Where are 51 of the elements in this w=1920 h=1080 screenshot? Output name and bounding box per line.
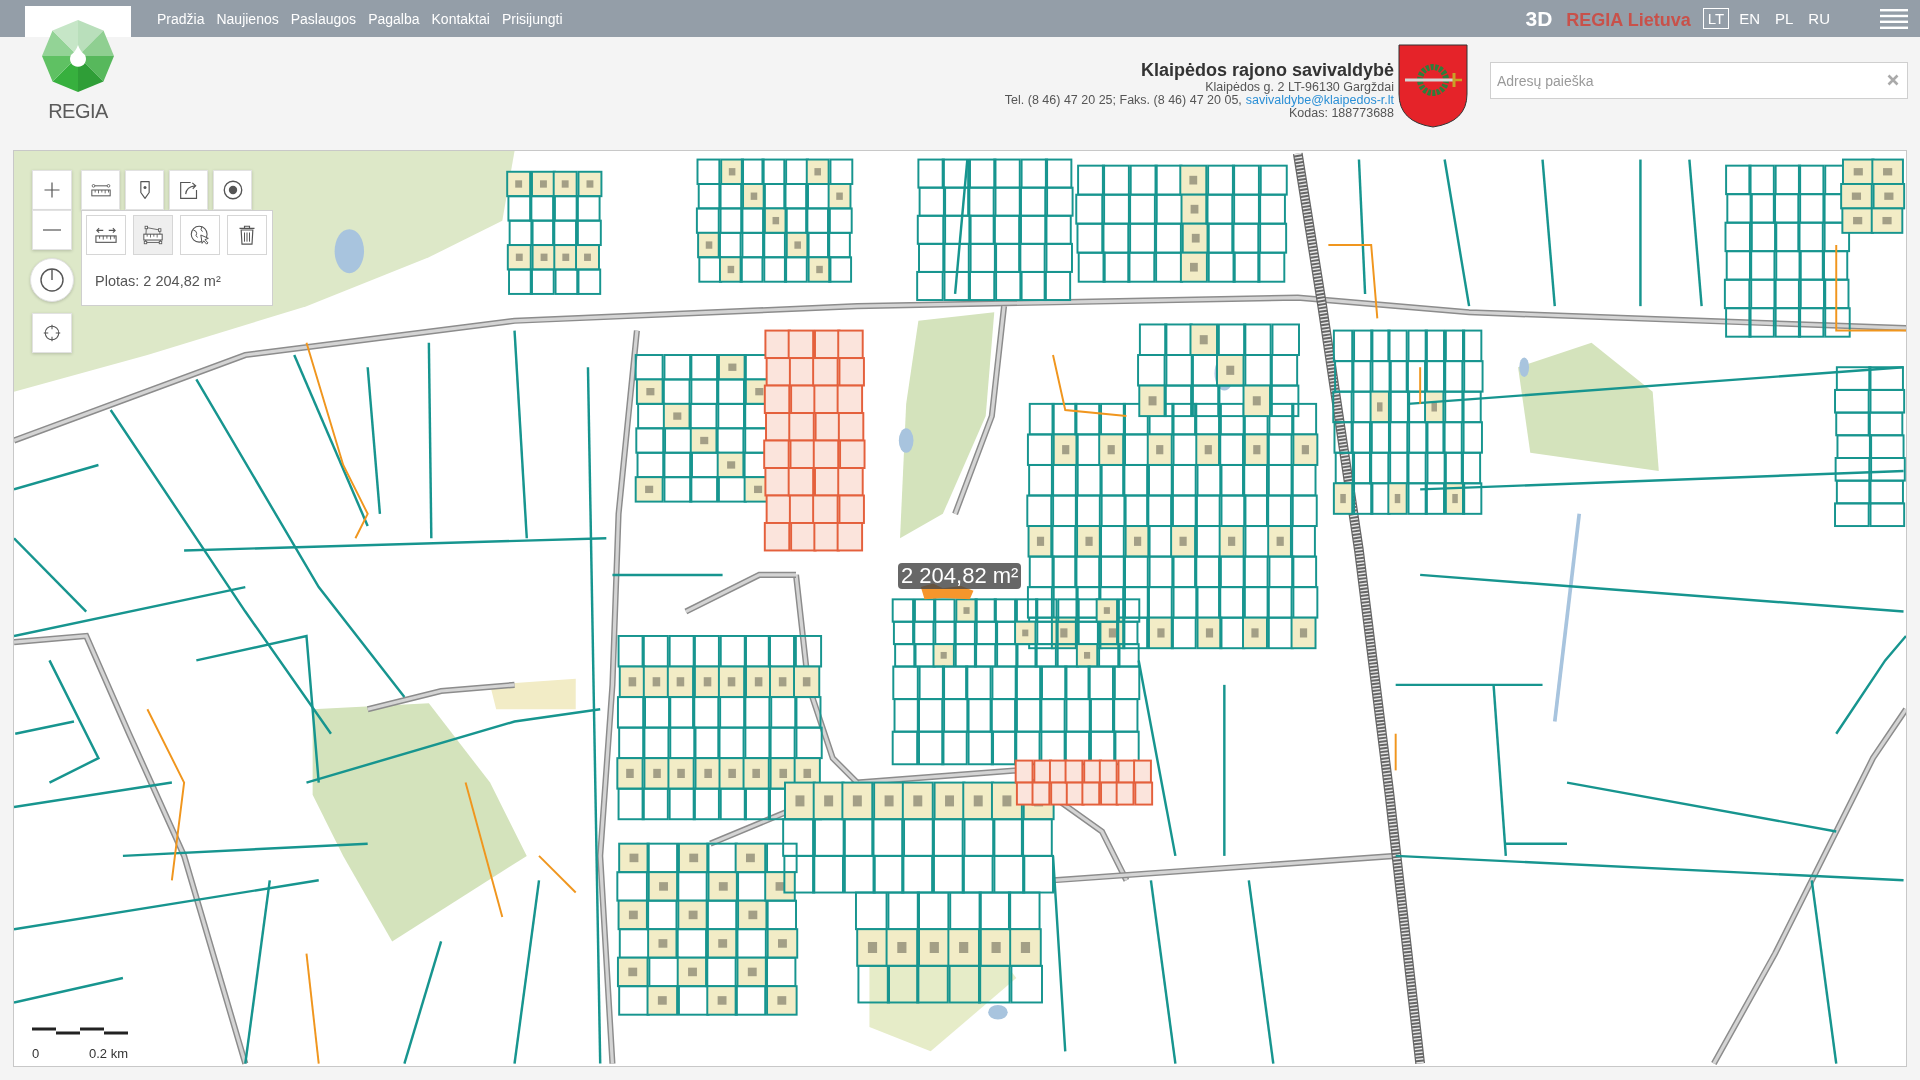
nav-link[interactable]: Kontaktai xyxy=(431,10,490,27)
logo-icon xyxy=(42,20,114,92)
locate-button[interactable] xyxy=(32,313,72,353)
menu-icon[interactable] xyxy=(1880,8,1908,29)
measure-tool-button[interactable] xyxy=(180,215,220,255)
boundary-line xyxy=(538,854,577,894)
search-field[interactable]: Adresų paieška xyxy=(1490,62,1908,99)
municipality-name: Klaipėdos rajono savivaldybė xyxy=(1140,59,1394,81)
brand-link[interactable]: REGIA Lietuva xyxy=(1566,10,1691,31)
language-link[interactable]: EN xyxy=(1734,8,1765,29)
nav-link[interactable]: Pradžia xyxy=(157,10,205,27)
zoom-out-button[interactable] xyxy=(32,210,72,250)
pond xyxy=(988,1004,1008,1020)
marker-button[interactable] xyxy=(125,170,164,210)
nav-link[interactable]: Paslaugos xyxy=(290,10,357,27)
company-code-text: Kodas: 188773688 xyxy=(1289,107,1394,120)
point-button[interactable] xyxy=(213,170,252,210)
scale-label: 0 xyxy=(32,1047,40,1060)
logo-text: REGIA xyxy=(48,100,108,123)
compass-icon xyxy=(40,268,64,292)
nav-link[interactable]: Naujienos xyxy=(216,10,279,27)
view-3d-link[interactable]: 3D xyxy=(1525,6,1553,31)
measure-tool-button[interactable] xyxy=(133,215,173,255)
measure-tool-button[interactable] xyxy=(86,215,126,255)
scale-label: 0.2 km xyxy=(89,1047,128,1060)
distance-ruler-icon xyxy=(95,225,117,245)
area-measurement-label: 2 204,82 m² xyxy=(898,563,1022,589)
boundary-line xyxy=(1394,732,1397,772)
target-icon xyxy=(222,180,243,200)
share-icon xyxy=(178,180,199,200)
phone-fax-text: Tel. (8 46) 47 20 25; Faks. (8 46) 47 20 05, xyxy=(1004,94,1242,107)
pond xyxy=(898,428,914,453)
area-measure-icon xyxy=(142,225,164,245)
nav-link[interactable]: Pagalba xyxy=(368,10,420,27)
language-link[interactable]: LT xyxy=(1702,8,1730,29)
language-link[interactable]: PL xyxy=(1769,8,1799,29)
measure-button[interactable] xyxy=(81,170,120,210)
email-link[interactable]: savivaldybe@klaipedos-r.lt xyxy=(1245,94,1394,107)
nav-link[interactable]: Prisijungti xyxy=(501,10,563,27)
coat-of-arms-icon xyxy=(1398,44,1468,128)
zoom-in-icon xyxy=(43,181,61,199)
address-text: Klaipėdos g. 2 LT-96130 Gargždai xyxy=(1205,81,1394,94)
measure-tool-button[interactable] xyxy=(227,215,267,255)
area-result-text: Plotas: 2 204,82 m² xyxy=(95,273,222,289)
pond xyxy=(334,229,364,274)
crosshair-icon xyxy=(43,324,61,342)
share-button[interactable] xyxy=(169,170,208,210)
language-link[interactable]: RU xyxy=(1803,8,1835,29)
globe-cursor-icon xyxy=(189,225,211,245)
boundary-line xyxy=(1419,366,1422,405)
pond xyxy=(1519,357,1530,377)
